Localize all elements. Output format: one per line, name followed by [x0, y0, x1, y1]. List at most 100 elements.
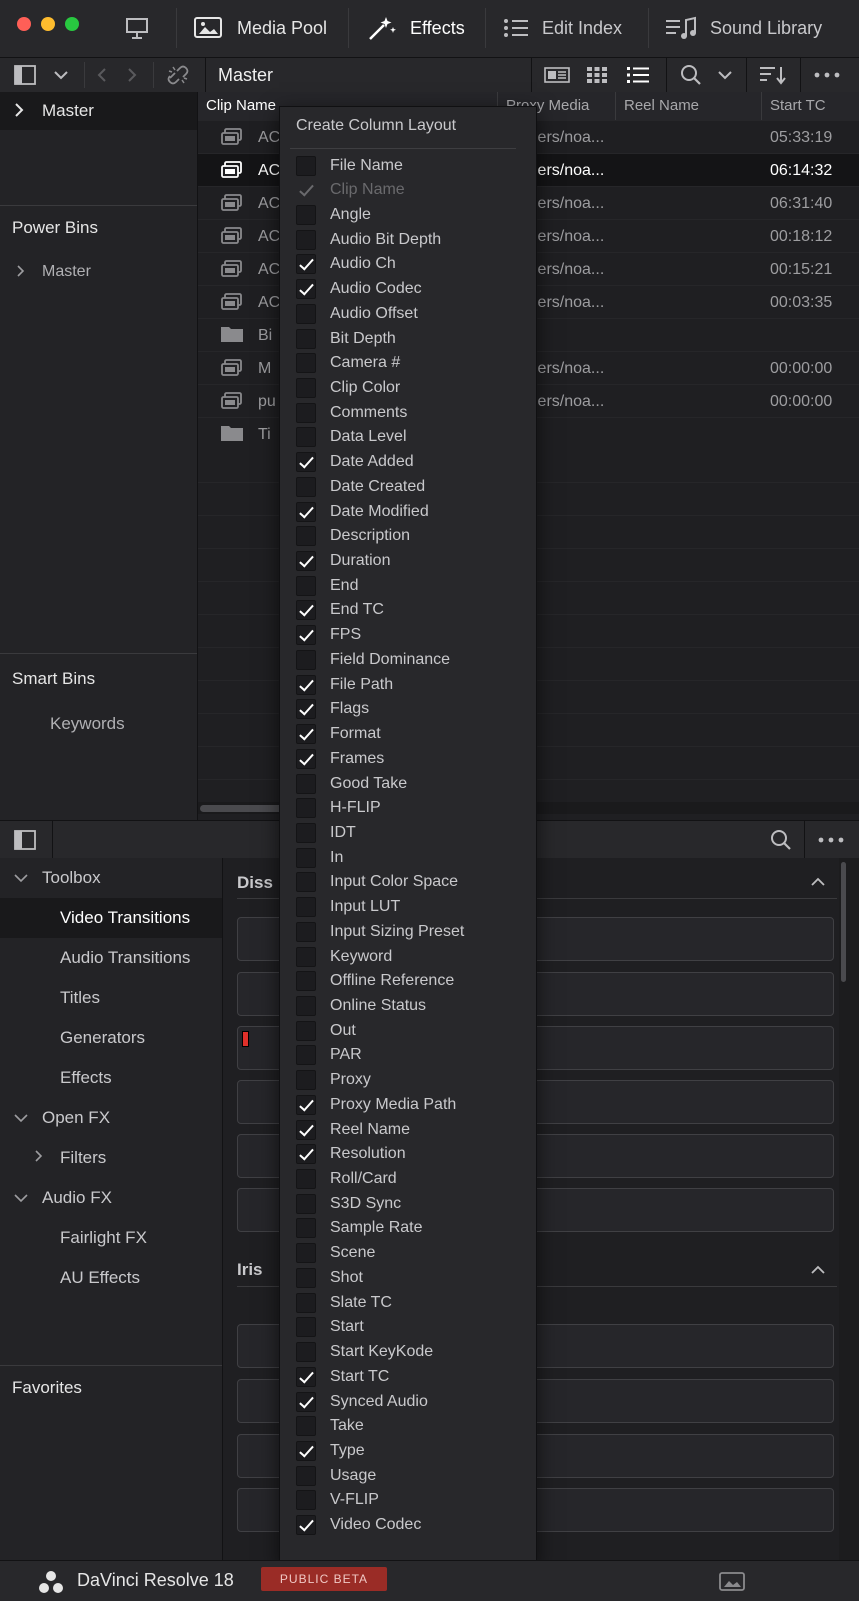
menu-item-idt[interactable]: IDT: [280, 820, 536, 845]
metadata-view-icon[interactable]: [542, 62, 572, 88]
menu-item-start-keykode[interactable]: Start KeyKode: [280, 1340, 536, 1365]
menu-item-scene[interactable]: Scene: [280, 1241, 536, 1266]
menu-item-take[interactable]: Take: [280, 1414, 536, 1439]
checkbox[interactable]: [296, 872, 316, 893]
menu-item-camera[interactable]: Camera #: [280, 351, 536, 376]
menu-item-input-color-space[interactable]: Input Color Space: [280, 870, 536, 895]
menu-item-end[interactable]: End: [280, 573, 536, 598]
menu-item-resolution[interactable]: Resolution: [280, 1142, 536, 1167]
checkbox[interactable]: [296, 551, 316, 572]
checkbox[interactable]: [296, 1465, 316, 1486]
menu-item-in[interactable]: In: [280, 845, 536, 870]
power-bin-master[interactable]: Master: [0, 258, 197, 288]
bin-master[interactable]: Master: [0, 92, 197, 130]
effects-search-icon[interactable]: [768, 827, 794, 853]
search-options-chevron-icon[interactable]: [714, 62, 736, 88]
chevron-up-icon[interactable]: [811, 1262, 825, 1279]
checkbox[interactable]: [296, 476, 316, 497]
checkbox[interactable]: [296, 303, 316, 324]
tree-toolbox[interactable]: Toolbox: [0, 858, 222, 898]
menu-item-file-name[interactable]: File Name: [280, 153, 536, 178]
checkbox[interactable]: [296, 254, 316, 275]
panel-toggle-icon[interactable]: [12, 827, 38, 853]
checkbox[interactable]: [296, 526, 316, 547]
checkbox[interactable]: [296, 1045, 316, 1066]
checkbox[interactable]: [296, 1094, 316, 1115]
effects-more-icon[interactable]: [816, 827, 846, 853]
thumbnail-view-icon[interactable]: [584, 62, 610, 88]
tree-fairlight-fx[interactable]: Fairlight FX: [0, 1218, 222, 1258]
tree-video-transitions[interactable]: Video Transitions: [0, 898, 222, 938]
tree-effects[interactable]: Effects: [0, 1058, 222, 1098]
checkbox[interactable]: [296, 1391, 316, 1412]
menu-item-usage[interactable]: Usage: [280, 1463, 536, 1488]
menu-item-good-take[interactable]: Good Take: [280, 771, 536, 796]
menu-item-roll-card[interactable]: Roll/Card: [280, 1167, 536, 1192]
menu-item-date-created[interactable]: Date Created: [280, 474, 536, 499]
tree-open-fx[interactable]: Open FX: [0, 1098, 222, 1138]
menu-item-online-status[interactable]: Online Status: [280, 993, 536, 1018]
checkbox[interactable]: [296, 427, 316, 448]
menu-item-start-tc[interactable]: Start TC: [280, 1364, 536, 1389]
checkbox[interactable]: [296, 1144, 316, 1165]
menu-item-bit-depth[interactable]: Bit Depth: [280, 326, 536, 351]
checkbox[interactable]: [296, 600, 316, 621]
checkbox[interactable]: [296, 921, 316, 942]
column-header-reel-name[interactable]: Reel Name: [616, 92, 762, 120]
menu-item-comments[interactable]: Comments: [280, 400, 536, 425]
menu-item-proxy-media-path[interactable]: Proxy Media Path: [280, 1092, 536, 1117]
checkbox[interactable]: [296, 204, 316, 225]
checkbox[interactable]: [296, 1366, 316, 1387]
checkbox[interactable]: [296, 649, 316, 670]
checkbox[interactable]: [296, 798, 316, 819]
checkbox[interactable]: [296, 1243, 316, 1264]
checkbox[interactable]: [296, 575, 316, 596]
chevron-up-icon[interactable]: [811, 874, 825, 891]
menu-item-par[interactable]: PAR: [280, 1043, 536, 1068]
checkbox[interactable]: [296, 1416, 316, 1437]
checkbox[interactable]: [296, 748, 316, 769]
menu-item-format[interactable]: Format: [280, 722, 536, 747]
menu-item-s3d-sync[interactable]: S3D Sync: [280, 1191, 536, 1216]
checkbox[interactable]: [296, 1193, 316, 1214]
menu-item-proxy[interactable]: Proxy: [280, 1068, 536, 1093]
smart-bin-keywords[interactable]: Keywords: [50, 714, 125, 734]
zoom-window-button[interactable]: [65, 17, 79, 31]
column-header-start-tc[interactable]: Start TC: [762, 92, 859, 120]
checkbox[interactable]: [296, 155, 316, 176]
menu-item-file-path[interactable]: File Path: [280, 672, 536, 697]
tree-au-effects[interactable]: AU Effects: [0, 1258, 222, 1298]
checkbox[interactable]: [296, 773, 316, 794]
edit-index-tab[interactable]: Edit Index: [502, 8, 622, 48]
close-window-button[interactable]: [17, 17, 31, 31]
menu-item-synced-audio[interactable]: Synced Audio: [280, 1389, 536, 1414]
minimize-window-button[interactable]: [41, 17, 55, 31]
checkbox[interactable]: [296, 1342, 316, 1363]
checkbox[interactable]: [296, 1440, 316, 1461]
checkbox[interactable]: [296, 328, 316, 349]
menu-item-audio-offset[interactable]: Audio Offset: [280, 301, 536, 326]
checkbox[interactable]: [296, 971, 316, 992]
menu-item-start[interactable]: Start: [280, 1315, 536, 1340]
sort-icon[interactable]: [758, 62, 788, 88]
unlink-icon[interactable]: [164, 62, 192, 88]
checkbox[interactable]: [296, 1292, 316, 1313]
tree-generators[interactable]: Generators: [0, 1018, 222, 1058]
menu-item-input-lut[interactable]: Input LUT: [280, 895, 536, 920]
checkbox[interactable]: [296, 847, 316, 868]
list-view-icon[interactable]: [624, 62, 652, 88]
checkbox[interactable]: [296, 897, 316, 918]
menu-item-video-codec[interactable]: Video Codec: [280, 1513, 536, 1538]
effects-tab[interactable]: Effects: [366, 8, 465, 48]
checkbox[interactable]: [296, 1169, 316, 1190]
menu-item-frames[interactable]: Frames: [280, 746, 536, 771]
menu-item-flags[interactable]: Flags: [280, 697, 536, 722]
menu-item-duration[interactable]: Duration: [280, 549, 536, 574]
checkbox[interactable]: [296, 822, 316, 843]
checkbox[interactable]: [296, 1267, 316, 1288]
menu-item-offline-reference[interactable]: Offline Reference: [280, 969, 536, 994]
checkbox[interactable]: [296, 1020, 316, 1041]
tree-filters[interactable]: Filters: [0, 1138, 222, 1178]
checkbox[interactable]: [296, 1119, 316, 1140]
menu-item-field-dominance[interactable]: Field Dominance: [280, 647, 536, 672]
